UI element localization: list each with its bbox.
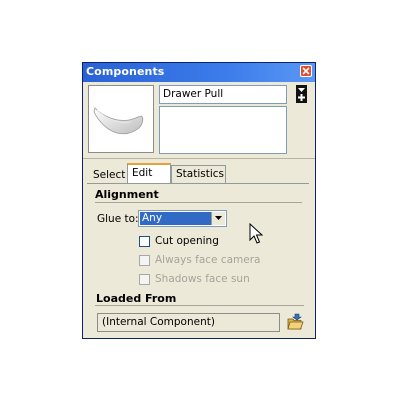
title-bar[interactable]: Components: [83, 63, 315, 82]
chevron-down-icon: [215, 216, 222, 220]
open-file-button[interactable]: [286, 312, 304, 332]
drawer-pull-image: [93, 107, 144, 135]
expand-icon: [296, 85, 307, 103]
close-button[interactable]: [300, 65, 312, 77]
tab-edit[interactable]: Edit: [127, 163, 171, 184]
always-face-camera-label: Always face camera: [155, 254, 261, 266]
loaded-from-heading: Loaded From: [96, 292, 177, 305]
components-window: Components Drawer Pull Select Edit Stati…: [82, 62, 316, 339]
tab-strip-line: [87, 183, 309, 184]
component-thumbnail: [88, 85, 154, 153]
glue-to-label: Glue to:: [97, 213, 139, 225]
alignment-heading: Alignment: [95, 188, 159, 201]
cut-opening-label: Cut opening: [155, 235, 219, 247]
tab-statistics[interactable]: Statistics: [171, 165, 226, 183]
glue-to-dropdown[interactable]: Any: [138, 210, 227, 227]
close-icon: [302, 67, 310, 75]
window-title: Components: [86, 65, 165, 78]
dropdown-button[interactable]: [211, 212, 225, 225]
alignment-rule: [95, 202, 302, 203]
loaded-from-rule: [95, 305, 304, 306]
always-face-camera-checkbox: [139, 255, 150, 266]
loaded-from-field: (Internal Component): [97, 313, 280, 332]
panel-divider: [83, 158, 315, 159]
component-description-field[interactable]: [159, 106, 287, 154]
open-file-icon: [287, 313, 304, 330]
shadows-face-sun-checkbox: [139, 274, 150, 285]
expand-button[interactable]: [295, 85, 308, 103]
shadows-face-sun-label: Shadows face sun: [155, 273, 250, 285]
cursor-icon: [249, 223, 263, 244]
cut-opening-checkbox[interactable]: [139, 236, 150, 247]
glue-to-value: Any: [140, 212, 212, 225]
component-name-field[interactable]: Drawer Pull: [159, 85, 287, 104]
